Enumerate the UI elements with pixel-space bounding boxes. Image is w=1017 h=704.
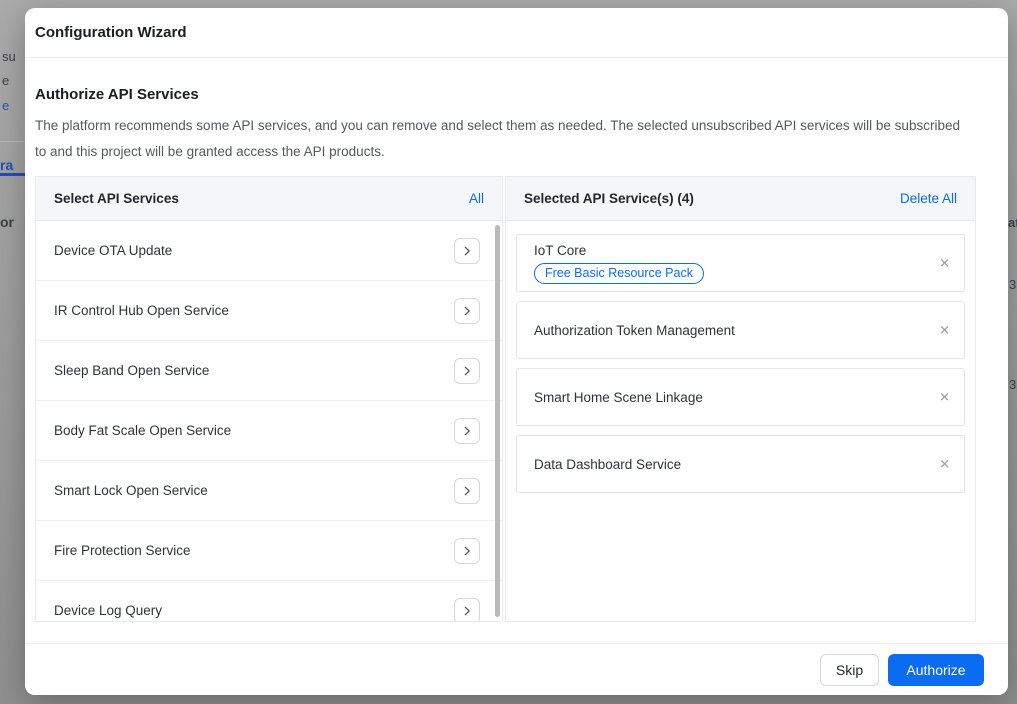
selected-service-name: Data Dashboard Service (534, 457, 924, 472)
service-row: Device Log Query (36, 581, 502, 622)
remove-service-icon[interactable]: ✕ (939, 324, 950, 337)
selected-service-name: Authorization Token Management (534, 323, 924, 338)
dialog-footer: Skip Authorize (25, 643, 1008, 695)
service-name: Device Log Query (54, 603, 162, 618)
selected-api-services-panel: Selected API Service(s) (4) Delete All I… (505, 176, 976, 622)
selected-panel-title: Selected API Service(s) (4) (524, 191, 694, 206)
add-service-button[interactable] (454, 358, 480, 384)
select-all-link[interactable]: All (469, 191, 484, 206)
authorize-button[interactable]: Authorize (888, 654, 984, 686)
remove-service-icon[interactable]: ✕ (939, 257, 950, 270)
dialog-title: Configuration Wizard (35, 24, 187, 41)
service-name: Body Fat Scale Open Service (54, 423, 231, 438)
selected-service-card: IoT Core Free Basic Resource Pack ✕ (516, 234, 965, 292)
service-name: IR Control Hub Open Service (54, 303, 229, 318)
chevron-right-icon (461, 305, 473, 317)
service-name: Device OTA Update (54, 243, 172, 258)
section-heading: Authorize API Services (35, 86, 199, 103)
service-row: Device OTA Update (36, 221, 502, 281)
selected-panel-header: Selected API Service(s) (4) Delete All (506, 177, 975, 221)
add-service-button[interactable] (454, 298, 480, 324)
service-name: Fire Protection Service (54, 543, 191, 558)
service-row: IR Control Hub Open Service (36, 281, 502, 341)
chevron-right-icon (461, 365, 473, 377)
configuration-wizard-dialog: Configuration Wizard Authorize API Servi… (25, 8, 1008, 695)
chevron-right-icon (461, 605, 473, 617)
service-name: Sleep Band Open Service (54, 363, 209, 378)
chevron-right-icon (461, 545, 473, 557)
section-description: The platform recommends some API service… (35, 113, 965, 165)
add-service-button[interactable] (454, 238, 480, 264)
add-service-button[interactable] (454, 538, 480, 564)
skip-button[interactable]: Skip (820, 654, 879, 686)
add-service-button[interactable] (454, 478, 480, 504)
service-row: Sleep Band Open Service (36, 341, 502, 401)
background-text-fragment: at (1008, 215, 1017, 230)
background-divider (0, 141, 25, 142)
selected-service-name: Smart Home Scene Linkage (534, 390, 924, 405)
chevron-right-icon (461, 485, 473, 497)
add-service-button[interactable] (454, 598, 480, 623)
background-tab-underline (0, 173, 25, 176)
selected-service-list: IoT Core Free Basic Resource Pack ✕ Auth… (506, 221, 975, 506)
selected-service-card: Authorization Token Management ✕ (516, 301, 965, 359)
chevron-right-icon (461, 425, 473, 437)
screen: su e e ra or at 3- 3- Configuration Wiza… (0, 0, 1017, 704)
background-text-fragment: su (2, 49, 16, 64)
background-text-fragment: 3- (1009, 377, 1017, 392)
scrollbar[interactable] (495, 225, 500, 617)
background-text-fragment: or (0, 214, 14, 230)
select-panel-header: Select API Services All (36, 177, 502, 221)
select-panel-title: Select API Services (54, 191, 179, 206)
selected-service-name: IoT Core (534, 243, 924, 258)
service-row: Fire Protection Service (36, 521, 502, 581)
selected-service-card: Data Dashboard Service ✕ (516, 435, 965, 493)
service-row: Body Fat Scale Open Service (36, 401, 502, 461)
background-link-fragment: e (2, 98, 9, 113)
add-service-button[interactable] (454, 418, 480, 444)
selected-service-card: Smart Home Scene Linkage ✕ (516, 368, 965, 426)
service-name: Smart Lock Open Service (54, 483, 208, 498)
dialog-header: Configuration Wizard (25, 8, 1008, 58)
background-text-fragment: e (2, 73, 9, 88)
delete-all-link[interactable]: Delete All (900, 191, 957, 206)
resource-pack-badge: Free Basic Resource Pack (534, 263, 704, 284)
background-text-fragment: 3- (1009, 277, 1017, 292)
select-api-services-panel: Select API Services All Device OTA Updat… (35, 176, 503, 622)
remove-service-icon[interactable]: ✕ (939, 391, 950, 404)
remove-service-icon[interactable]: ✕ (939, 458, 950, 471)
service-row: Smart Lock Open Service (36, 461, 502, 521)
service-list: Device OTA Update IR Control Hub Open Se… (36, 221, 502, 622)
chevron-right-icon (461, 245, 473, 257)
background-active-tab-fragment: ra (0, 157, 13, 173)
